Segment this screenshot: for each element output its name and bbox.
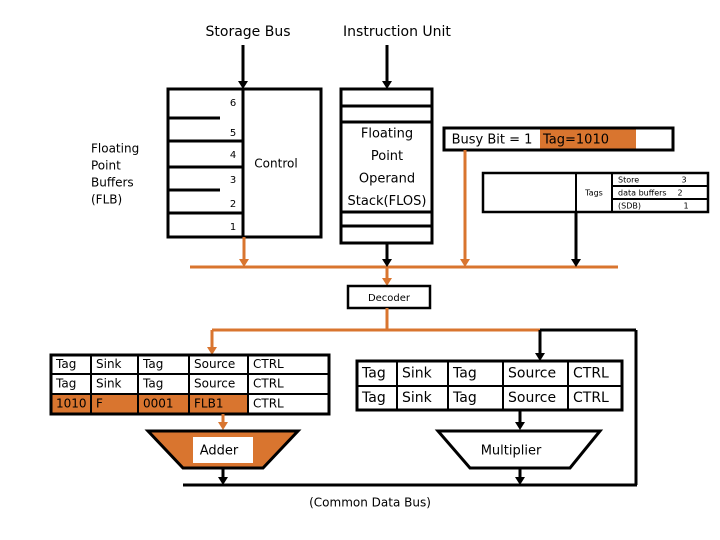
multiplier-station-cell-text: CTRL (573, 366, 609, 382)
adder-station-cell-text: Source (194, 377, 235, 391)
multiplier-station-cell-text: Tag (361, 366, 386, 382)
sdb-label: Store (618, 176, 639, 185)
flb-buffer-number: 5 (230, 128, 236, 139)
adder-station-cell-text: Tag (142, 377, 163, 391)
multiplier-station-cell-text: CTRL (573, 390, 609, 406)
busy-bit-label: Busy Bit = 1 (452, 133, 533, 148)
multiplier-station-cell-text: Sink (402, 390, 433, 406)
flb-buffer-number: 1 (230, 222, 236, 233)
adder-station-cell-text: CTRL (253, 357, 284, 371)
sdb-label: data buffers (618, 189, 667, 198)
adder-station-cell-text: Sink (96, 377, 122, 391)
flos-box (339, 87, 434, 245)
flb-label-line: (FLB) (91, 193, 122, 207)
multiplier-station-cell-text: Sink (402, 366, 433, 382)
flb-label-line: Floating (91, 142, 139, 156)
storage-bus-label: Storage Bus (206, 24, 291, 40)
flb-label-line: Point (91, 159, 121, 173)
instruction-unit-label: Instruction Unit (343, 24, 451, 40)
adder-station-cell-text: Tag (55, 377, 76, 391)
multiplier-station-cell-text: Tag (361, 390, 386, 406)
flos-label-line: Floating (361, 127, 413, 142)
adder-station-cell-text: 1010 (56, 397, 87, 411)
adder-station-to-adder-arrow-head (218, 422, 228, 430)
diagram-canvas: Storage Bus Instruction Unit Floating Point… (49, 24, 710, 510)
tags-label: Tags (584, 189, 603, 198)
flos-label-line: Stack(FLOS) (348, 194, 427, 209)
sdb-label: (SDB) (618, 202, 641, 211)
flb-buffer-number: 3 (230, 175, 236, 186)
flb-buffer-number: 4 (230, 150, 236, 161)
tomasulo-diagram: Storage Bus Instruction Unit Floating Point… (0, 0, 720, 540)
adder-station-cell-text: Source (194, 357, 235, 371)
adder-station-cell-text: F (96, 397, 103, 411)
tag-value-label: Tag=1010 (542, 133, 609, 148)
multiplier-station-to-multiplier-arrow-head (515, 422, 525, 430)
multiplier-station-cell-text: Tag (452, 366, 477, 382)
sdb-number: 2 (677, 189, 682, 198)
multiplier-label: Multiplier (481, 444, 542, 459)
adder-station-cell-text: CTRL (253, 397, 284, 411)
cdb-label: (Common Data Bus) (309, 496, 431, 510)
flos-label-line: Operand (359, 172, 415, 187)
sdb-number: 3 (681, 176, 686, 185)
flb-buffer-number: 6 (230, 98, 236, 109)
adder-station-cell-text: FLB1 (194, 397, 223, 411)
sdb-number: 1 (683, 202, 688, 211)
flb-buffer-number: 2 (230, 199, 236, 210)
flb-label-line: Buffers (91, 176, 134, 190)
adder-label: Adder (200, 444, 239, 459)
adder-station-cell-text: CTRL (253, 377, 284, 391)
adder-station-cell-text: Sink (96, 357, 122, 371)
flos-label-line: Point (371, 149, 403, 164)
adder-station-cell-text: Tag (142, 357, 163, 371)
control-label: Control (254, 157, 297, 171)
multiplier-station-cell-text: Source (508, 366, 556, 382)
adder-station-cell-text: Tag (55, 357, 76, 371)
multiplier-station-cell-text: Source (508, 390, 556, 406)
adder-station-cell-text: 0001 (143, 397, 174, 411)
decoder-label: Decoder (368, 293, 411, 304)
multiplier-station-cell-text: Tag (452, 390, 477, 406)
